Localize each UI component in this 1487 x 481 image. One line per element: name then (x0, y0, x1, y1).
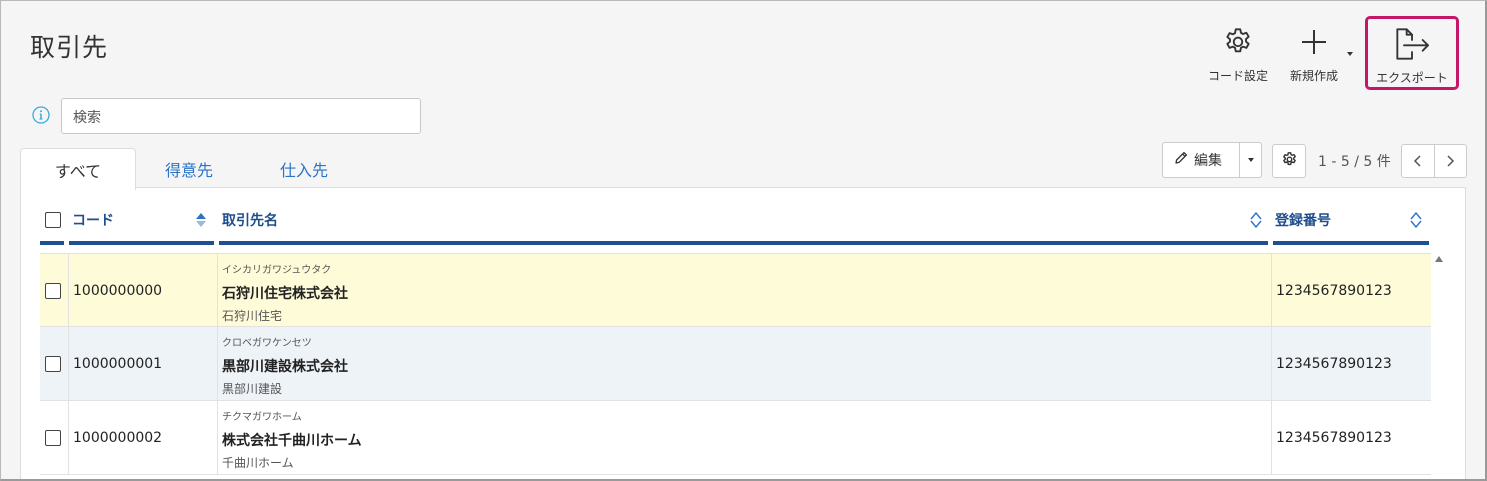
column-header-code[interactable]: コード (72, 210, 114, 230)
gear-icon (1281, 151, 1298, 172)
row-kana: クロベガワケンセツ (222, 338, 312, 349)
table-row[interactable]: 1000000002 チクマガワホーム 株式会社千曲川ホーム 千曲川ホーム 12… (40, 401, 1431, 475)
plus-icon (1298, 26, 1330, 61)
row-checkbox[interactable] (45, 430, 61, 446)
column-header-registration-number[interactable]: 登録番号 (1275, 210, 1331, 230)
prev-page-button[interactable] (1402, 145, 1434, 177)
page-title: 取引先 (30, 33, 109, 62)
sort-icon[interactable] (1409, 211, 1423, 233)
next-page-button[interactable] (1433, 145, 1467, 177)
export-icon (1392, 28, 1432, 63)
table-settings-button[interactable] (1272, 144, 1306, 178)
row-name-link[interactable]: 石狩川住宅株式会社 (222, 283, 348, 303)
row-kana: イシカリガワジュウタク (222, 265, 332, 276)
code-settings-button[interactable]: コード設定 (1204, 26, 1272, 84)
edit-button[interactable]: 編集 (1163, 143, 1240, 177)
row-registration-number: 1234567890123 (1276, 356, 1392, 372)
new-create-label: 新規作成 (1289, 69, 1338, 83)
row-short-name: 石狩川住宅 (222, 309, 283, 323)
pencil-icon (1173, 150, 1189, 170)
edit-label: 編集 (1194, 153, 1222, 169)
header-underline (40, 241, 64, 245)
row-checkbox[interactable] (45, 356, 61, 372)
table-row[interactable]: 1000000000 イシカリガワジュウタク 石狩川住宅株式会社 石狩川住宅 1… (40, 253, 1431, 327)
edit-dropdown-button[interactable] (1240, 143, 1261, 177)
search-input[interactable]: 検索 (61, 98, 421, 134)
row-registration-number: 1234567890123 (1276, 283, 1392, 299)
gear-icon (1221, 26, 1255, 61)
select-all-checkbox[interactable] (45, 212, 61, 228)
sort-icon[interactable] (1249, 211, 1263, 233)
row-short-name: 千曲川ホーム (222, 456, 294, 470)
info-icon[interactable] (32, 106, 50, 128)
new-create-dropdown-icon[interactable] (1344, 44, 1356, 56)
row-short-name: 黒部川建設 (222, 382, 283, 396)
column-header-name[interactable]: 取引先名 (222, 210, 278, 230)
header-underline (1273, 241, 1429, 245)
pagination-controls (1401, 144, 1467, 178)
row-name-link[interactable]: 株式会社千曲川ホーム (222, 430, 362, 450)
row-code: 1000000000 (73, 283, 163, 299)
edit-button-group: 編集 (1162, 142, 1262, 178)
tab-customers[interactable]: 得意先 (165, 157, 213, 181)
new-create-button[interactable]: 新規作成 (1284, 26, 1344, 84)
export-button[interactable]: エクスポート (1365, 16, 1459, 90)
tab-all[interactable]: すべて (20, 148, 136, 190)
row-kana: チクマガワホーム (222, 412, 302, 423)
row-registration-number: 1234567890123 (1276, 430, 1392, 446)
row-code: 1000000002 (73, 430, 163, 446)
caret-down-icon (1246, 152, 1256, 168)
header-underline (69, 241, 214, 245)
row-checkbox[interactable] (45, 283, 61, 299)
header-underline (219, 241, 1268, 245)
chevron-left-icon (1413, 155, 1421, 167)
chevron-right-icon (1447, 155, 1455, 167)
scroll-up-arrow-icon[interactable] (1435, 256, 1443, 262)
table-row[interactable]: 1000000001 クロベガワケンセツ 黒部川建設株式会社 黒部川建設 123… (40, 327, 1431, 401)
sort-icon-active[interactable] (194, 211, 208, 233)
code-settings-label: コード設定 (1207, 69, 1268, 83)
row-code: 1000000001 (73, 356, 163, 372)
row-name-link[interactable]: 黒部川建設株式会社 (222, 356, 348, 376)
pagination-text: 1 - 5 / 5 件 (1318, 154, 1391, 170)
export-label: エクスポート (1376, 71, 1448, 85)
tab-suppliers[interactable]: 仕入先 (280, 157, 328, 181)
